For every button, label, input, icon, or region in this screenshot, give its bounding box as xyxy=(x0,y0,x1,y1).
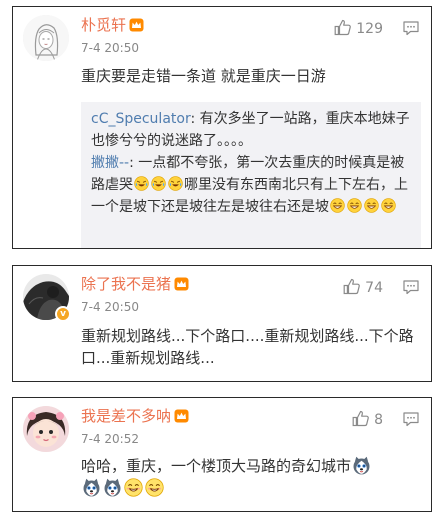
avatar[interactable] xyxy=(23,15,69,61)
comment-card: v 除了我不是猪 7-4 20:50 74 重新规划路线...下个路口....重… xyxy=(12,265,432,382)
thumbs-up-icon xyxy=(334,19,352,36)
timestamp: 7-4 20:52 xyxy=(81,432,139,446)
like-count: 74 xyxy=(365,280,383,296)
like-button[interactable]: 74 xyxy=(343,278,383,297)
username-text[interactable]: 我是差不多呐 xyxy=(81,407,171,425)
laugh-cry-emoji xyxy=(151,176,166,191)
grin-emoji xyxy=(347,198,362,213)
reply-separator: : xyxy=(190,111,200,127)
comment-card: 朴觅轩 7-4 20:50 129 重庆要是走错一条道 就是重庆一日游 cC_S… xyxy=(12,6,432,249)
comment-text: 哈哈，重庆，一个楼顶大马路的奇幻城市 xyxy=(81,455,417,499)
comment-text: 重庆要是走错一条道 就是重庆一日游 xyxy=(81,67,326,85)
username-text[interactable]: 除了我不是猪 xyxy=(81,275,171,293)
like-button[interactable]: 129 xyxy=(334,19,383,38)
comment-bubble-icon[interactable] xyxy=(402,411,420,427)
thumbs-up-icon xyxy=(343,278,361,295)
thumbs-up-icon xyxy=(352,410,370,427)
like-count: 129 xyxy=(356,21,383,37)
husky-emoji xyxy=(82,478,101,497)
reply-item: 撇撇--: 一点都不夸张，第一次去重庆的时候真是被路虐哭 哪里没有东西南北只有上下… xyxy=(91,152,413,218)
username[interactable]: 除了我不是猪 xyxy=(81,274,189,294)
timestamp: 7-4 20:50 xyxy=(81,300,139,314)
grin-emoji xyxy=(381,198,396,213)
timestamp: 7-4 20:50 xyxy=(81,41,139,55)
like-button[interactable]: 8 xyxy=(352,410,383,429)
laugh-cry-emoji xyxy=(134,176,149,191)
reply-username[interactable]: 撇撇-- xyxy=(91,155,129,171)
crown-icon xyxy=(174,277,189,291)
crown-icon xyxy=(129,18,144,32)
laugh-cry-emoji xyxy=(168,176,183,191)
username-text[interactable]: 朴觅轩 xyxy=(81,16,126,34)
comment-bubble-icon[interactable] xyxy=(402,20,420,36)
reply-username[interactable]: cC_Speculator xyxy=(91,111,190,127)
crown-icon xyxy=(174,409,189,423)
grin-emoji xyxy=(330,198,345,213)
smile-emoji xyxy=(145,478,164,497)
comment-text-body: 哈哈，重庆，一个楼顶大马路的奇幻城市 xyxy=(81,457,352,475)
husky-emoji xyxy=(352,456,371,475)
avatar[interactable] xyxy=(23,406,69,452)
comment-text: 重新规划路线...下个路口....重新规划路线...下个路口...重新规划路线.… xyxy=(81,327,414,367)
husky-emoji xyxy=(103,478,122,497)
comment-card: 我是差不多呐 7-4 20:52 8 哈哈，重庆，一个楼顶大马路的奇幻城市 xyxy=(12,397,432,512)
like-count: 8 xyxy=(374,412,383,428)
username[interactable]: 朴觅轩 xyxy=(81,15,144,35)
reply-separator: : xyxy=(129,155,139,171)
verified-badge-icon: v xyxy=(55,306,71,322)
reply-item: cC_Speculator: 有次多坐了一站路，重庆本地妹子也惨兮兮的说迷路了。… xyxy=(91,108,413,152)
username[interactable]: 我是差不多呐 xyxy=(81,406,189,426)
grin-emoji xyxy=(364,198,379,213)
comment-bubble-icon[interactable] xyxy=(402,279,420,295)
reply-list: cC_Speculator: 有次多坐了一站路，重庆本地妹子也惨兮兮的说迷路了。… xyxy=(81,102,421,248)
smile-emoji xyxy=(124,478,143,497)
